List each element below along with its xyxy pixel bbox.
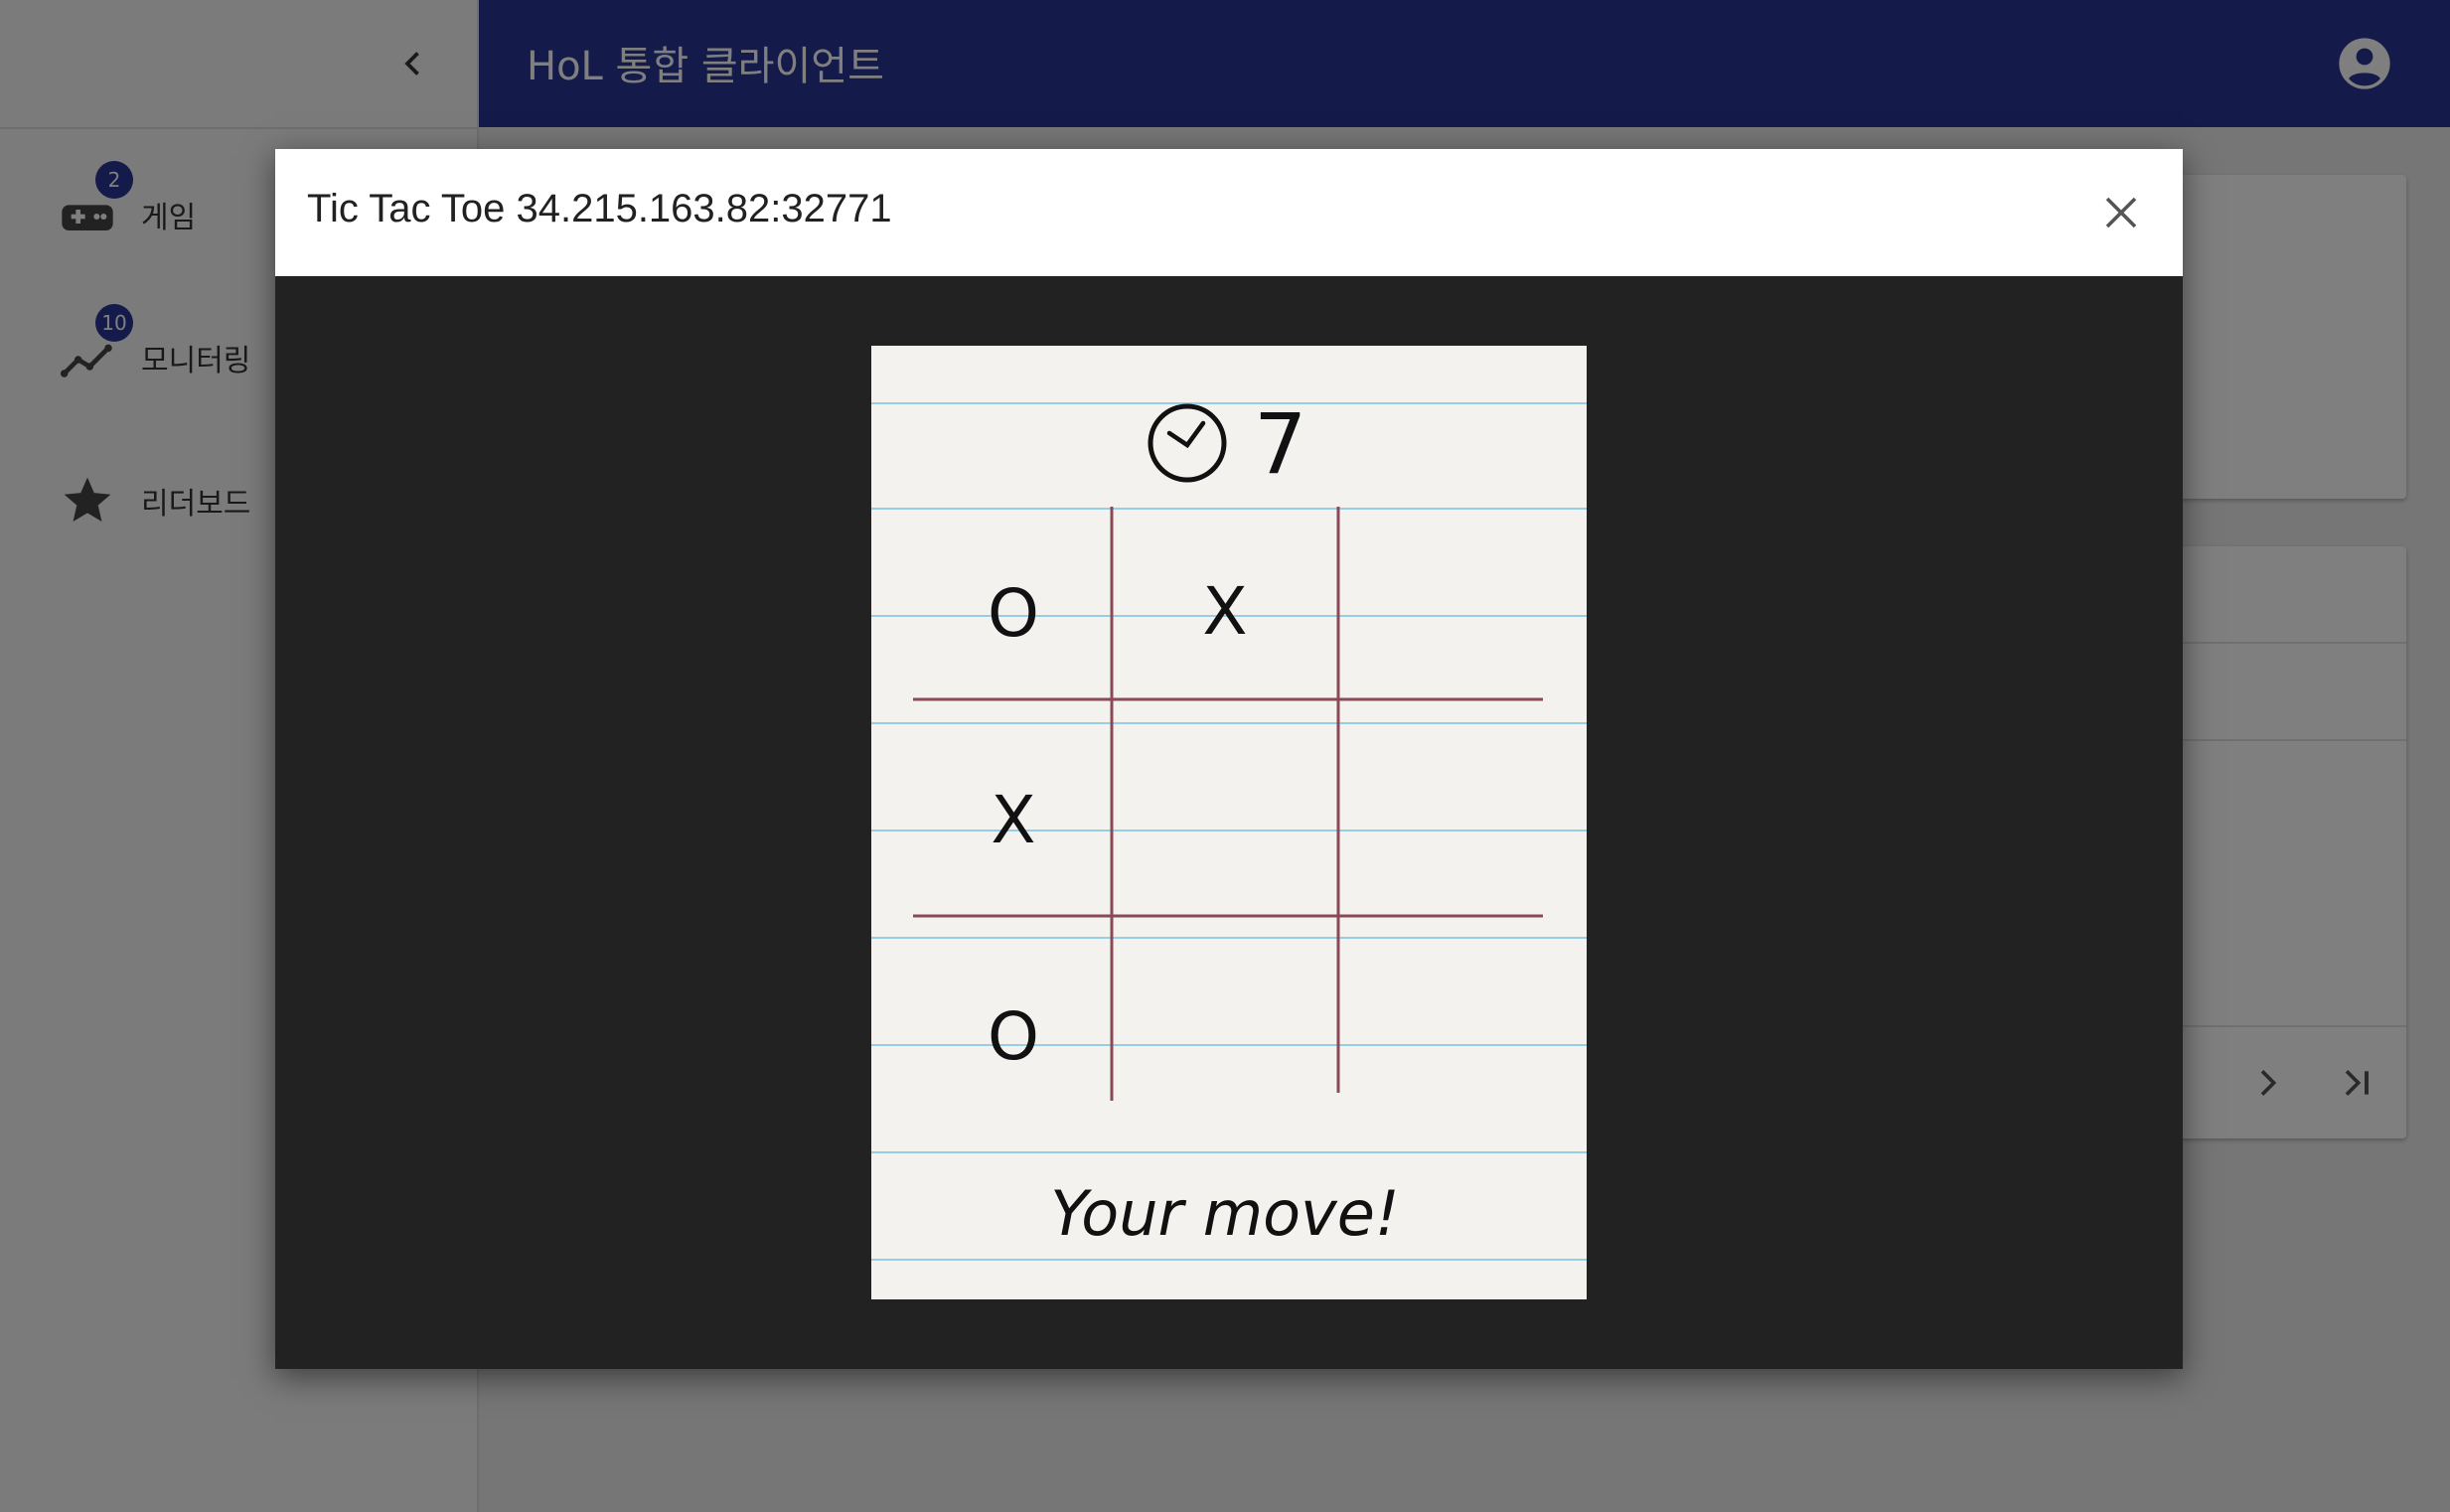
board-cell[interactable]: O	[988, 998, 1039, 1075]
game-canvas[interactable]: 7 O X X O Your move!	[871, 346, 1587, 1299]
close-icon[interactable]	[2097, 189, 2145, 236]
board-cell[interactable]: X	[1202, 573, 1247, 650]
board-cell[interactable]: O	[988, 575, 1039, 652]
board-cell[interactable]: X	[991, 782, 1035, 858]
dialog-header: Tic Tac Toe 34.215.163.82:32771	[275, 149, 2183, 276]
timer-value: 7	[1254, 395, 1306, 493]
game-status: Your move!	[1050, 1177, 1400, 1250]
tic-tac-toe-board[interactable]: 7 O X X O Your move!	[871, 346, 1587, 1299]
dialog-title: Tic Tac Toe 34.215.163.82:32771	[307, 187, 892, 230]
game-dialog: Tic Tac Toe 34.215.163.82:32771 7 O X X …	[275, 149, 2183, 1369]
